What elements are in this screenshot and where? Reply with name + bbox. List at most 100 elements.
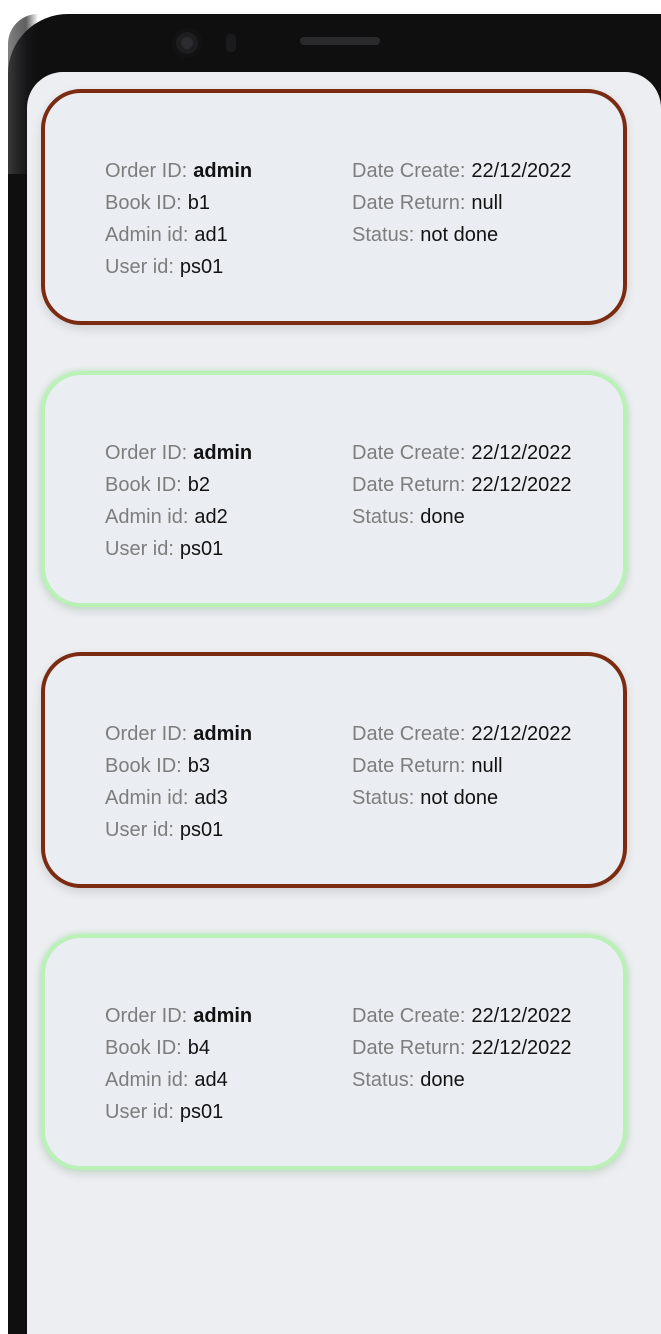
status-row: Status: done [352,1064,572,1096]
book-id-row: Book ID: b2 [105,469,252,501]
order-id-row: Order ID: admin [105,718,252,750]
front-camera-icon [172,28,202,58]
status-value: done [420,1069,465,1091]
date-create-row: Date Create: 22/12/2022 [352,718,572,750]
order-card[interactable]: Order ID: admin Book ID: b1 Admin id: ad1 U… [41,89,627,325]
date-create-label: Date Create: [352,160,466,182]
status-value: not done [420,224,499,246]
order-id-value: admin [193,442,253,464]
status-label: Status: [352,1069,415,1091]
date-return-row: Date Return: 22/12/2022 [352,1032,572,1064]
order-id-row: Order ID: admin [105,155,252,187]
user-id-label: User id: [105,256,174,278]
order-info-column: Order ID: admin Book ID: b4 Admin id: ad4 U… [105,1000,252,1128]
date-return-label: Date Return: [352,1037,466,1059]
admin-id-value: ad2 [194,506,228,528]
phone-frame: Order ID: admin Book ID: b1 Admin id: ad1 U… [0,0,661,1334]
status-row: Status: not done [352,782,572,814]
book-id-value: b3 [187,755,210,777]
order-info-column: Order ID: admin Book ID: b2 Admin id: ad2 U… [105,437,252,565]
user-id-row: User id: ps01 [105,251,252,283]
book-id-value: b1 [187,192,210,214]
admin-id-label: Admin id: [105,1069,189,1091]
order-date-column: Date Create: 22/12/2022 Date Return: 22/12… [352,437,572,533]
admin-id-value: ad3 [194,787,228,809]
book-id-label: Book ID: [105,755,182,777]
date-create-label: Date Create: [352,723,466,745]
order-id-value: admin [193,723,253,745]
order-id-label: Order ID: [105,723,188,745]
admin-id-row: Admin id: ad3 [105,782,252,814]
order-id-label: Order ID: [105,1005,188,1027]
book-id-value: b4 [187,1037,210,1059]
date-return-label: Date Return: [352,755,466,777]
status-value: done [420,506,465,528]
order-id-row: Order ID: admin [105,1000,252,1032]
book-id-label: Book ID: [105,1037,182,1059]
book-id-row: Book ID: b4 [105,1032,252,1064]
date-return-value: null [471,755,503,777]
admin-id-label: Admin id: [105,506,189,528]
user-id-value: ps01 [179,1101,224,1123]
admin-id-label: Admin id: [105,224,189,246]
book-id-label: Book ID: [105,474,182,496]
camera-lens [181,37,193,49]
date-return-value: 22/12/2022 [471,474,572,496]
date-create-value: 22/12/2022 [471,1005,572,1027]
order-card[interactable]: Order ID: admin Book ID: b2 Admin id: ad2 U… [41,371,627,607]
user-id-label: User id: [105,819,174,841]
order-id-value: admin [193,1005,253,1027]
earpiece-speaker [300,37,380,45]
date-create-value: 22/12/2022 [471,160,572,182]
admin-id-label: Admin id: [105,787,189,809]
date-return-row: Date Return: null [352,750,572,782]
admin-id-row: Admin id: ad1 [105,219,252,251]
user-id-value: ps01 [179,538,224,560]
date-return-value: 22/12/2022 [471,1037,572,1059]
order-date-column: Date Create: 22/12/2022 Date Return: null … [352,155,572,251]
user-id-label: User id: [105,1101,174,1123]
status-label: Status: [352,224,415,246]
date-return-label: Date Return: [352,192,466,214]
admin-id-row: Admin id: ad2 [105,501,252,533]
date-return-value: null [471,192,503,214]
user-id-row: User id: ps01 [105,1096,252,1128]
user-id-value: ps01 [179,819,224,841]
date-create-row: Date Create: 22/12/2022 [352,1000,572,1032]
admin-id-value: ad1 [194,224,228,246]
status-row: Status: not done [352,219,572,251]
order-info-column: Order ID: admin Book ID: b1 Admin id: ad1 U… [105,155,252,283]
order-info-column: Order ID: admin Book ID: b3 Admin id: ad3 U… [105,718,252,846]
user-id-value: ps01 [179,256,224,278]
order-card[interactable]: Order ID: admin Book ID: b4 Admin id: ad4 U… [41,934,627,1170]
order-date-column: Date Create: 22/12/2022 Date Return: null … [352,718,572,814]
user-id-label: User id: [105,538,174,560]
date-return-row: Date Return: 22/12/2022 [352,469,572,501]
date-return-row: Date Return: null [352,187,572,219]
date-create-value: 22/12/2022 [471,723,572,745]
date-create-value: 22/12/2022 [471,442,572,464]
user-id-row: User id: ps01 [105,814,252,846]
order-id-row: Order ID: admin [105,437,252,469]
status-label: Status: [352,787,415,809]
date-return-label: Date Return: [352,474,466,496]
status-label: Status: [352,506,415,528]
date-create-label: Date Create: [352,1005,466,1027]
order-list-screen[interactable]: Order ID: admin Book ID: b1 Admin id: ad1 U… [27,72,661,1334]
admin-id-value: ad4 [194,1069,228,1091]
date-create-label: Date Create: [352,442,466,464]
order-id-label: Order ID: [105,160,188,182]
proximity-sensor [226,34,236,52]
order-id-value: admin [193,160,253,182]
order-card[interactable]: Order ID: admin Book ID: b3 Admin id: ad3 U… [41,652,627,888]
book-id-label: Book ID: [105,192,182,214]
order-id-label: Order ID: [105,442,188,464]
admin-id-row: Admin id: ad4 [105,1064,252,1096]
book-id-row: Book ID: b1 [105,187,252,219]
user-id-row: User id: ps01 [105,533,252,565]
order-date-column: Date Create: 22/12/2022 Date Return: 22/12… [352,1000,572,1096]
status-row: Status: done [352,501,572,533]
status-value: not done [420,787,499,809]
date-create-row: Date Create: 22/12/2022 [352,437,572,469]
book-id-row: Book ID: b3 [105,750,252,782]
